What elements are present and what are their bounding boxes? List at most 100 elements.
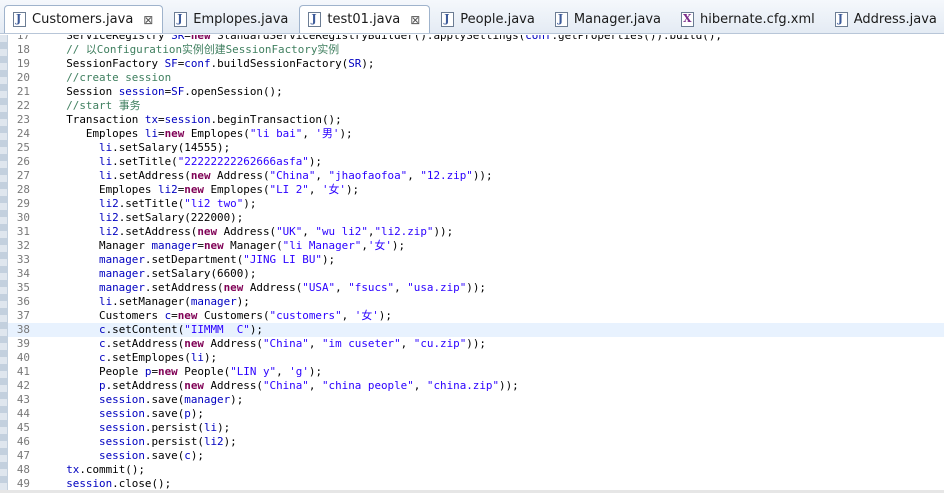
tab-label: Emplopes.java <box>193 12 289 27</box>
code-token: , <box>413 379 427 392</box>
tab-hibernate-cfg-xml[interactable]: hibernate.cfg.xml <box>672 5 824 33</box>
code-editor[interactable]: 17 ServiceRegistry SR=new StandardServic… <box>0 35 944 493</box>
code-text: session.close(); <box>34 477 171 491</box>
code-line[interactable]: 22 //start 事务 <box>8 99 944 113</box>
code-token: , <box>341 309 355 322</box>
code-token: SF <box>164 57 178 70</box>
code-token: SF <box>171 85 185 98</box>
code-token: "JING LI BU" <box>243 253 322 266</box>
code-token: session <box>99 435 145 448</box>
code-line[interactable]: 48 tx.commit(); <box>8 463 944 477</box>
code-token: Emplopes <box>85 127 145 140</box>
code-token: conf <box>184 57 211 70</box>
line-number: 40 <box>16 351 30 364</box>
code-token: "USA" <box>302 281 336 294</box>
close-tab-icon[interactable]: ⊠ <box>142 13 154 27</box>
code-token: "cu.zip" <box>413 337 467 350</box>
code-line[interactable]: 20 //create session <box>8 71 944 85</box>
code-token: , <box>308 379 322 392</box>
code-token: li2 <box>158 183 178 196</box>
line-number: 20 <box>16 71 30 84</box>
code-line[interactable]: 21 Session session=SF.openSession(); <box>8 85 944 99</box>
code-line[interactable]: 33 manager.setDepartment("JING LI BU"); <box>8 253 944 267</box>
code-line[interactable]: 32 Manager manager=new Manager("li Manag… <box>8 239 944 253</box>
tab-address-java[interactable]: Address.java <box>826 5 944 33</box>
code-line[interactable]: 37 Customers c=new Customers("customers"… <box>8 309 944 323</box>
close-tab-icon[interactable]: ⊠ <box>409 13 421 27</box>
tab-emplopes-java[interactable]: Emplopes.java <box>165 5 297 33</box>
code-token: Customers( <box>197 309 270 322</box>
line-number: 48 <box>16 463 30 476</box>
line-number: 41 <box>16 365 30 378</box>
code-token: li <box>99 295 113 308</box>
code-text: tx.commit(); <box>34 463 145 477</box>
code-line[interactable]: 24 Emplopes li=new Emplopes("li bai", '男… <box>8 127 944 141</box>
tab-test01-java[interactable]: test01.java ⊠ <box>299 5 431 33</box>
line-number: 28 <box>16 183 30 196</box>
line-number: 21 <box>16 85 30 98</box>
line-number: 38 <box>16 323 30 336</box>
code-line[interactable]: 34 manager.setSalary(6600); <box>8 267 944 281</box>
code-line[interactable]: 19 SessionFactory SF=conf.buildSessionFa… <box>8 57 944 71</box>
code-token: "China" <box>269 169 316 182</box>
code-token: "usa.zip" <box>407 281 467 294</box>
code-token: SessionFactory <box>66 57 165 70</box>
code-token: ); <box>217 421 231 434</box>
code-token: "UK" <box>276 225 303 238</box>
code-line[interactable]: 47 session.save(c); <box>8 449 944 463</box>
code-line[interactable]: 27 li.setAddress(new Address("China", "j… <box>8 169 944 183</box>
code-token: "li Manager" <box>282 239 362 252</box>
code-line[interactable]: 44 session.save(p); <box>8 407 944 421</box>
code-token: li <box>190 351 204 364</box>
code-line[interactable]: 49 session.close(); <box>8 477 944 491</box>
code-token: SR <box>171 35 185 42</box>
tab-label: Manager.java <box>573 12 662 27</box>
code-text: c.setAddress(new Address("China", "im cu… <box>34 337 486 351</box>
code-line[interactable]: 39 c.setAddress(new Address("China", "im… <box>8 337 944 351</box>
code-token: .setContent( <box>105 323 185 336</box>
code-token: .setManager( <box>112 295 191 308</box>
code-token: .save( <box>144 407 185 420</box>
code-token: Manager <box>99 239 152 252</box>
line-number: 23 <box>16 113 30 126</box>
code-text: li2.setAddress(new Address("UK", "wu li2… <box>34 225 453 239</box>
code-text: Emplopes li2=new Emplopes("LI 2", '女'); <box>34 183 359 197</box>
code-line[interactable]: 36 li.setManager(manager); <box>8 295 944 309</box>
tab-customers-java[interactable]: Customers.java ⊠ <box>4 5 164 33</box>
code-token: "jhaofaofoa" <box>328 169 408 182</box>
code-token: .close(); <box>112 477 172 490</box>
code-token: li <box>203 421 218 434</box>
code-line[interactable]: 45 session.persist(li); <box>8 421 944 435</box>
code-line[interactable]: 46 session.persist(li2); <box>8 435 944 449</box>
code-line[interactable]: 30 li2.setSalary(222000); <box>8 211 944 225</box>
code-line[interactable]: 18 // 以Configuration实例创建SessionFactory实例 <box>8 43 944 57</box>
code-line[interactable]: 35 manager.setAddress(new Address("USA",… <box>8 281 944 295</box>
code-line[interactable]: 42 p.setAddress(new Address("China", "ch… <box>8 379 944 393</box>
code-line[interactable]: 40 c.setEmplopes(li); <box>8 351 944 365</box>
code-line[interactable]: 41 People p=new People("LIN y", 'g'); <box>8 365 944 379</box>
code-line[interactable]: 31 li2.setAddress(new Address("UK", "wu … <box>8 225 944 239</box>
code-line[interactable]: 17 ServiceRegistry SR=new StandardServic… <box>8 35 944 43</box>
code-token: People( <box>177 365 231 378</box>
code-token: "12.zip" <box>420 169 473 182</box>
code-line[interactable]: 25 li.setSalary(14555); <box>8 141 944 155</box>
code-line[interactable]: 38 c.setContent("IIMMM C"); <box>8 323 944 337</box>
code-line[interactable]: 28 Emplopes li2=new Emplopes("LI 2", '女'… <box>8 183 944 197</box>
code-token: ); <box>308 365 323 378</box>
line-number: 30 <box>16 211 30 224</box>
line-number: 29 <box>16 197 30 210</box>
code-line[interactable]: 23 Transaction tx=session.beginTransacti… <box>8 113 944 127</box>
code-text: c.setContent("IIMMM C"); <box>34 323 263 337</box>
code-token: new <box>223 281 244 294</box>
code-token: '女' <box>321 183 346 196</box>
code-token: Session <box>66 85 119 98</box>
code-token: .openSession(); <box>184 85 283 98</box>
code-line[interactable]: 26 li.setTitle("22222222262666asfa"); <box>8 155 944 169</box>
code-line[interactable]: 43 session.save(manager); <box>8 393 944 407</box>
code-text: Manager manager=new Manager("li Manager"… <box>34 239 405 253</box>
code-token: li2 <box>99 197 119 210</box>
tab-manager-java[interactable]: Manager.java <box>546 5 670 33</box>
code-line[interactable]: 29 li2.setTitle("li2 two"); <box>8 197 944 211</box>
code-token: li2 <box>99 225 119 238</box>
tab-people-java[interactable]: People.java <box>432 5 544 33</box>
